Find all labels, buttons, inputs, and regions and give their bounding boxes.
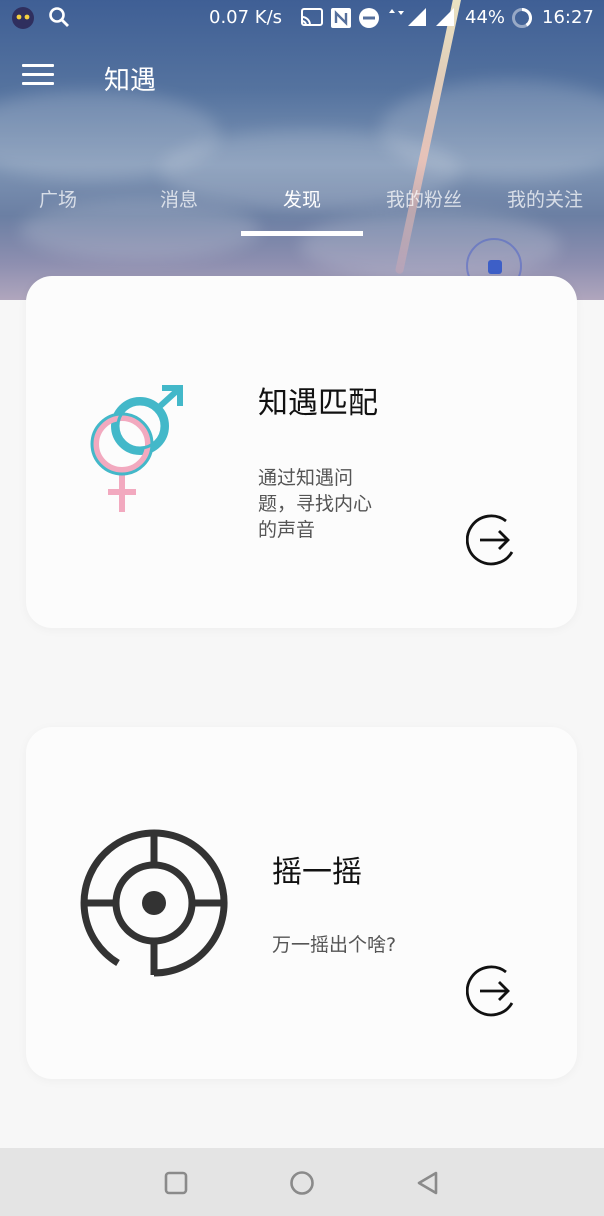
recents-square-icon[interactable] bbox=[163, 1170, 189, 1196]
net-speed: 0.07 K/s bbox=[209, 7, 283, 28]
tab-bar: 广场 消息 发现 我的粉丝 我的关注 bbox=[0, 180, 604, 240]
shake-desc: 万一摇出个啥? bbox=[272, 934, 397, 956]
status-bar: 0.07 K/s 44% 16:27 bbox=[0, 0, 604, 36]
avatar-dot bbox=[488, 260, 502, 274]
battery-icon bbox=[511, 7, 533, 29]
signal-icon-2 bbox=[432, 6, 456, 28]
match-title: 知遇匹配 bbox=[258, 386, 378, 421]
tab-faxian[interactable]: 发现 bbox=[242, 185, 362, 212]
battery-percent: 44% bbox=[465, 7, 506, 28]
search-icon bbox=[48, 6, 70, 28]
match-desc-line-3: 的声音 bbox=[258, 519, 316, 541]
match-desc: 通过知遇问 题，寻找内心 的声音 bbox=[258, 465, 372, 543]
home-circle-icon[interactable] bbox=[289, 1170, 315, 1196]
tab-my-follows[interactable]: 我的关注 bbox=[485, 185, 604, 212]
match-desc-line-2: 题，寻找内心 bbox=[258, 493, 373, 515]
clock: 16:27 bbox=[542, 7, 594, 28]
target-icon bbox=[78, 827, 230, 983]
dnd-icon bbox=[358, 7, 380, 29]
hamburger-menu-icon[interactable] bbox=[22, 64, 54, 92]
shake-arrow-button[interactable] bbox=[465, 963, 522, 1019]
system-nav-bar bbox=[0, 1148, 604, 1216]
gender-symbols-icon bbox=[88, 384, 192, 522]
cast-icon bbox=[300, 7, 324, 27]
tab-indicator bbox=[241, 231, 363, 236]
arrow-right-circle-icon bbox=[465, 514, 514, 566]
shake-title: 摇一摇 bbox=[272, 855, 362, 890]
match-card[interactable]: 知遇匹配 通过知遇问 题，寻找内心 的声音 bbox=[26, 276, 577, 628]
page-title: 知遇 bbox=[104, 66, 157, 96]
back-triangle-icon[interactable] bbox=[415, 1170, 441, 1196]
tab-my-fans[interactable]: 我的粉丝 bbox=[364, 185, 484, 212]
match-arrow-button[interactable] bbox=[465, 512, 522, 568]
shake-card[interactable]: 摇一摇 万一摇出个啥? bbox=[26, 727, 577, 1079]
signal-icon bbox=[404, 6, 428, 28]
app-cat-icon bbox=[10, 6, 36, 30]
tab-guangchang[interactable]: 广场 bbox=[0, 185, 118, 212]
nfc-icon bbox=[330, 7, 352, 29]
arrow-right-circle-icon bbox=[465, 965, 514, 1017]
app-bar: 知遇 bbox=[0, 44, 604, 112]
match-desc-line-1: 通过知遇问 bbox=[258, 467, 354, 489]
tab-xiaoxi[interactable]: 消息 bbox=[119, 185, 239, 212]
